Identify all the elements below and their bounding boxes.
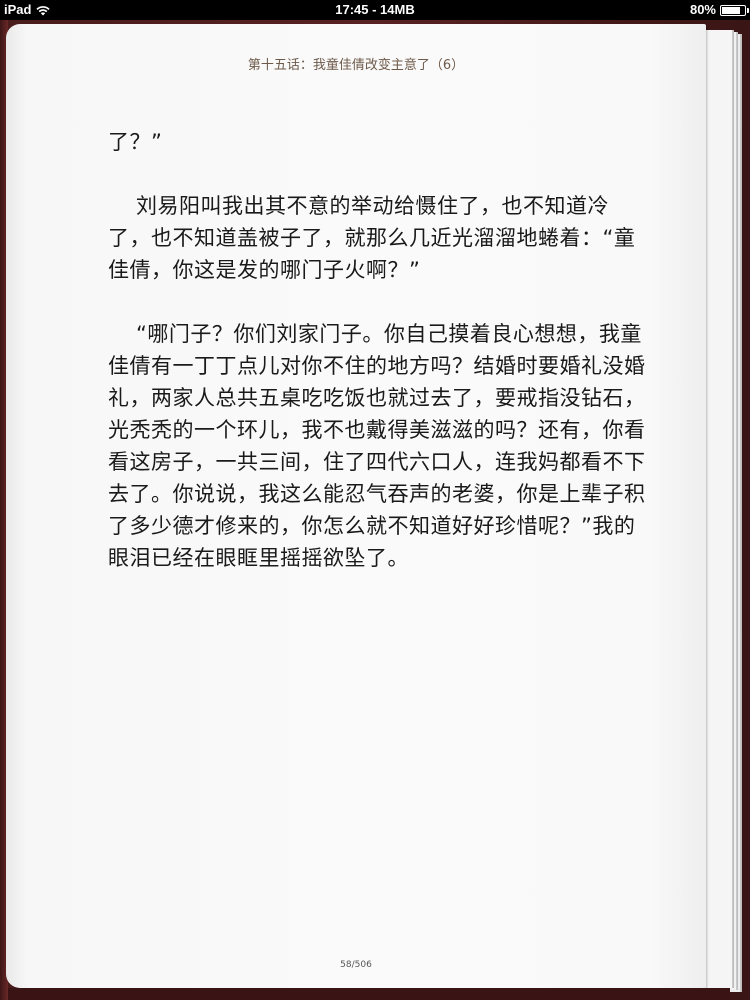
- battery-icon: [720, 4, 749, 16]
- paragraph: 了？”: [108, 130, 163, 154]
- paragraph: 刘易阳叫我出其不意的举动给慑住了，也不知道冷了，也不知道盖被子了，就那么几近光溜…: [108, 194, 636, 282]
- page-content: 了？” 刘易阳叫我出其不意的举动给慑住了，也不知道冷了，也不知道盖被子了，就那么…: [108, 126, 648, 606]
- status-bar: iPad 17:45 - 14MB 80%: [0, 0, 750, 20]
- status-time: 17:45 - 14MB: [335, 2, 415, 17]
- status-right: 80%: [689, 0, 749, 20]
- battery-fill: [722, 6, 740, 14]
- chapter-title: 第十五话：我童佳倩改变主意了（6）: [247, 58, 465, 73]
- paragraph: “哪门子？你们刘家门子。你自己摸着良心想想，我童佳倩有一丁丁点儿对你不住的地方吗…: [108, 322, 646, 570]
- book-bottom-edge: [8, 988, 730, 1000]
- page-stack-edge: [702, 30, 733, 988]
- battery-percent: 80%: [689, 2, 716, 17]
- book-page[interactable]: 第十五话：我童佳倩改变主意了（6） 了？” 刘易阳叫我出其不意的举动给慑住了，也…: [6, 24, 706, 988]
- page-number: 58/506: [340, 960, 372, 970]
- reader-screen: iPad 17:45 - 14MB 80% 第十五话：我童佳倩改变主意了（6） …: [0, 0, 750, 1000]
